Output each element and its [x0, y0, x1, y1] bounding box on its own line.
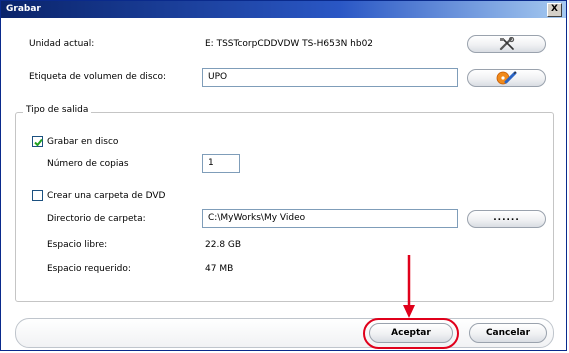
required-space-value: 47 MB: [205, 264, 234, 274]
dialog-window: Grabar X Unidad actual: E: TSSTcorpCDDVD…: [0, 0, 567, 351]
copies-input[interactable]: 1: [202, 154, 240, 173]
burn-disc-checkbox[interactable]: [32, 136, 43, 147]
free-space-value: 22.8 GB: [205, 240, 242, 250]
required-space-label: Espacio requerido:: [47, 264, 131, 274]
dvd-folder-label: Crear una carpeta de DVD: [47, 191, 166, 201]
copies-label: Número de copias: [47, 159, 129, 169]
tools-icon: [499, 37, 514, 51]
window-title: Grabar: [6, 4, 41, 14]
free-space-label: Espacio libre:: [47, 240, 108, 250]
checkmark-icon: [34, 138, 43, 147]
accept-highlight-ellipse: [363, 318, 459, 349]
disc-edit-icon: [496, 71, 516, 85]
volume-label-edit-button[interactable]: [467, 69, 546, 87]
cancel-button-label: Cancelar: [485, 328, 531, 338]
drive-settings-button[interactable]: [467, 35, 546, 53]
dvd-folder-checkbox[interactable]: [32, 190, 43, 201]
annotation-arrow-icon: [403, 255, 415, 318]
browse-button-label: ......: [493, 213, 520, 223]
browse-button[interactable]: ......: [467, 210, 546, 228]
cancel-button[interactable]: Cancelar: [469, 323, 547, 343]
title-bar: Grabar X: [1, 1, 566, 18]
etiqueta-label: Etiqueta de volumen de disco:: [29, 72, 167, 82]
burn-disc-label: Grabar en disco: [47, 137, 119, 147]
directory-input[interactable]: C:\MyWorks\My Video: [202, 209, 458, 228]
directory-label: Directorio de carpeta:: [47, 214, 146, 224]
output-type-legend: Tipo de salida: [23, 105, 92, 115]
unidad-value: E: TSSTcorpCDDVDW TS-H653N hb02: [205, 39, 374, 49]
close-button[interactable]: X: [547, 3, 562, 17]
volume-label-input[interactable]: UPO: [202, 68, 458, 87]
unidad-label: Unidad actual:: [29, 39, 95, 49]
